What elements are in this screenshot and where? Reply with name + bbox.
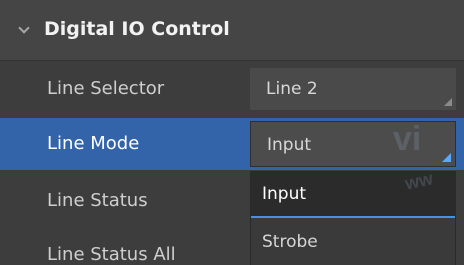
section-title: Digital IO Control bbox=[44, 18, 230, 40]
row-line-selector[interactable]: Line Selector Line 2 bbox=[0, 61, 464, 117]
section-header-digital-io[interactable]: Digital IO Control bbox=[0, 0, 464, 61]
line-mode-value-text: Input bbox=[267, 135, 312, 155]
dropdown-option-label: Strobe bbox=[262, 232, 318, 252]
line-selector-value[interactable]: Line 2 bbox=[250, 68, 456, 110]
dropdown-corner-icon bbox=[442, 153, 451, 162]
line-selector-label: Line Selector bbox=[47, 78, 165, 99]
line-status-all-label: Line Status All bbox=[47, 244, 176, 265]
line-selector-value-text: Line 2 bbox=[266, 79, 318, 99]
line-mode-combobox[interactable]: Input bbox=[250, 121, 456, 167]
line-mode-label: Line Mode bbox=[47, 133, 140, 154]
dropdown-option-label: Input bbox=[262, 184, 307, 204]
chevron-down-icon[interactable] bbox=[18, 22, 30, 34]
dropdown-corner-icon bbox=[444, 98, 452, 106]
property-panel: Digital IO Control Line Selector Line 2 … bbox=[0, 0, 464, 265]
line-status-label: Line Status bbox=[47, 190, 148, 211]
dropdown-option-strobe[interactable]: Strobe bbox=[251, 220, 455, 265]
watermark-logo: vi bbox=[393, 120, 422, 158]
